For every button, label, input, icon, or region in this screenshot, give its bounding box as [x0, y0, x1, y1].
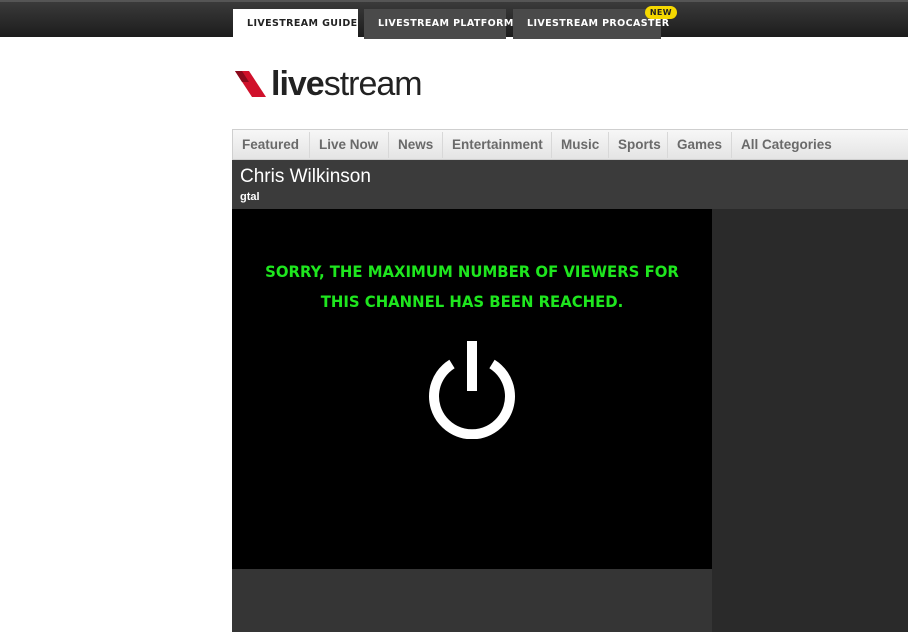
- category-divider: [388, 132, 389, 158]
- category-divider: [442, 132, 443, 158]
- category-divider: [309, 132, 310, 158]
- tab-label: LIVESTREAM PROCASTER: [527, 18, 670, 29]
- category-featured[interactable]: Featured: [242, 130, 299, 159]
- logo-wordmark: livestream: [271, 64, 423, 104]
- category-music[interactable]: Music: [561, 130, 599, 159]
- category-live-now[interactable]: Live Now: [319, 130, 378, 159]
- category-divider: [667, 132, 668, 158]
- power-icon[interactable]: [422, 339, 522, 439]
- tab-livestream-procaster[interactable]: LIVESTREAM PROCASTER NEW: [513, 6, 677, 39]
- new-badge: NEW: [644, 6, 677, 19]
- category-divider: [731, 132, 732, 158]
- message-line-1: SORRY, THE MAXIMUM NUMBER OF VIEWERS FOR: [265, 262, 679, 281]
- logo-wordmark-regular: stream: [323, 65, 423, 103]
- category-games[interactable]: Games: [677, 130, 722, 159]
- top-nav-bar: LIVESTREAM GUIDE LIVESTREAM PLATFORM LIV…: [0, 0, 908, 39]
- category-all[interactable]: All Categories: [741, 130, 832, 159]
- tab-livestream-guide[interactable]: LIVESTREAM GUIDE: [233, 9, 358, 39]
- category-entertainment[interactable]: Entertainment: [452, 130, 543, 159]
- channel-header: Chris Wilkinson gtal: [232, 160, 908, 209]
- logo-mark-icon: [235, 71, 266, 97]
- logo-wordmark-bold: live: [271, 65, 325, 103]
- player-control-bar: [232, 569, 712, 632]
- livestream-logo[interactable]: livestream: [233, 64, 423, 104]
- channel-title[interactable]: Chris Wilkinson: [240, 166, 371, 188]
- category-nav: Featured Live Now News Entertainment Mus…: [232, 129, 908, 160]
- category-news[interactable]: News: [398, 130, 433, 159]
- message-line-2: THIS CHANNEL HAS BEEN REACHED.: [320, 292, 624, 311]
- tab-livestream-platform[interactable]: LIVESTREAM PLATFORM: [364, 9, 513, 39]
- category-divider: [551, 132, 552, 158]
- category-divider: [608, 132, 609, 158]
- category-sports[interactable]: Sports: [618, 130, 661, 159]
- channel-side-panel: [712, 209, 908, 632]
- channel-subtitle[interactable]: gtal: [240, 191, 260, 203]
- video-player[interactable]: SORRY, THE MAXIMUM NUMBER OF VIEWERS FOR…: [232, 209, 712, 569]
- max-viewers-message: SORRY, THE MAXIMUM NUMBER OF VIEWERS FOR…: [249, 257, 695, 317]
